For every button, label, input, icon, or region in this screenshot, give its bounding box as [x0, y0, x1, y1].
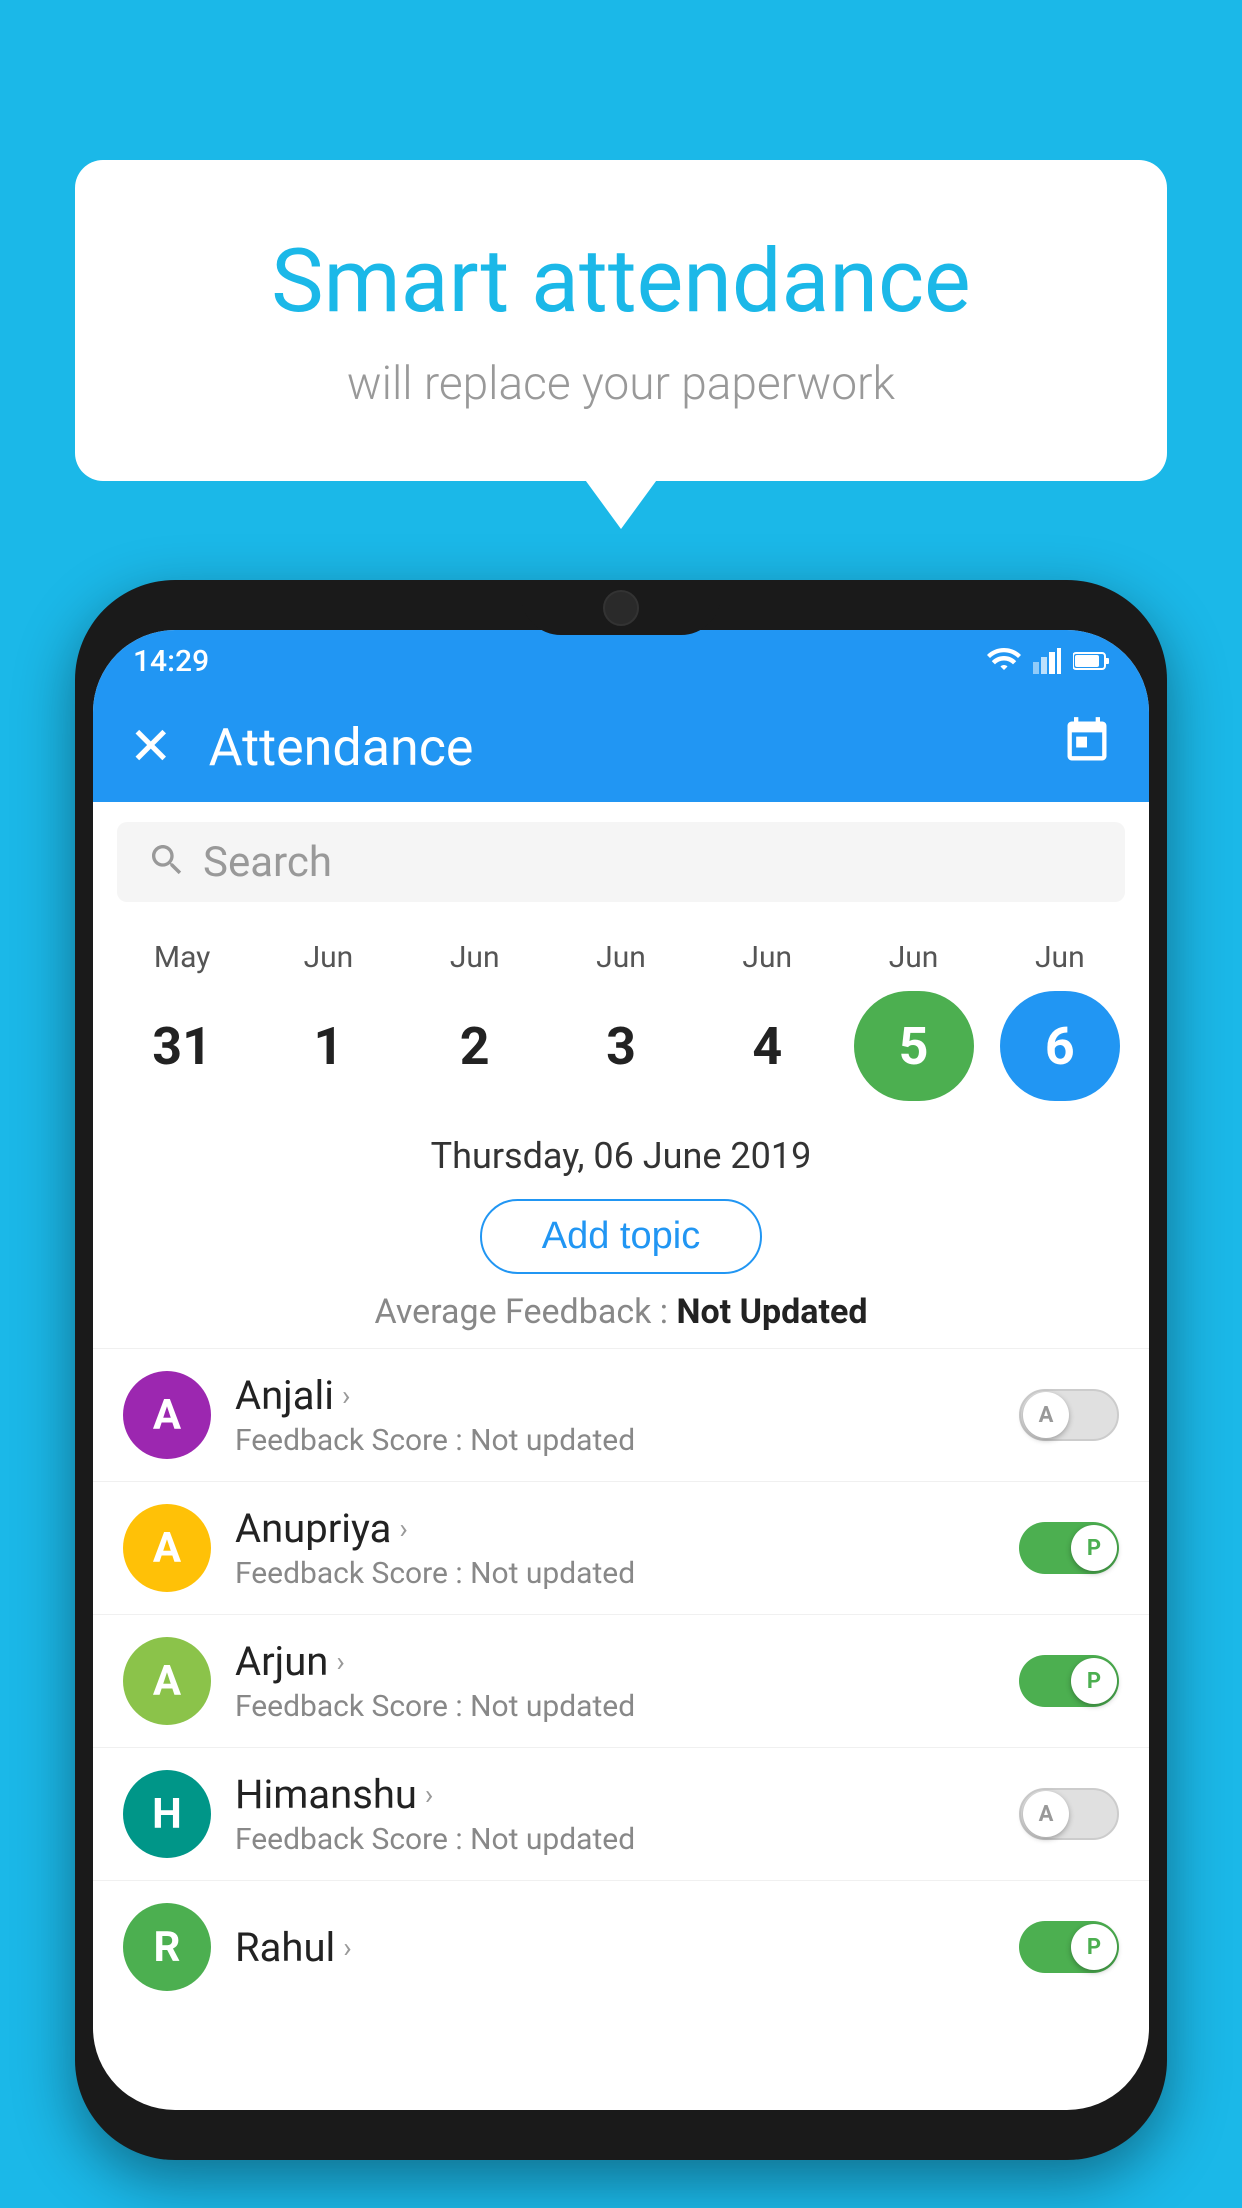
- date-cell-4[interactable]: 4: [707, 991, 827, 1101]
- toggle-arjun[interactable]: P: [1019, 1655, 1119, 1707]
- toggle-anupriya[interactable]: P: [1019, 1522, 1119, 1574]
- month-cell-5: Jun: [854, 940, 974, 975]
- student-item-anupriya[interactable]: A Anupriya › Feedback Score : Not update…: [93, 1481, 1149, 1614]
- avatar-anjali: A: [123, 1371, 211, 1459]
- date-row: 31 1 2 3 4 5 6: [93, 983, 1149, 1109]
- student-feedback-anjali: Feedback Score : Not updated: [235, 1423, 1019, 1458]
- calendar-icon[interactable]: [1061, 715, 1113, 779]
- avatar-rahul: R: [123, 1903, 211, 1991]
- bubble-title: Smart attendance: [155, 230, 1087, 333]
- signal-icon: [1033, 648, 1061, 674]
- status-icons: [987, 648, 1109, 674]
- app-header: ✕ Attendance: [93, 692, 1149, 802]
- bubble-subtitle: will replace your paperwork: [155, 357, 1087, 411]
- phone-frame: 14:29: [75, 580, 1167, 2160]
- phone-screen: 14:29: [93, 630, 1149, 2110]
- toggle-thumb-himanshu: A: [1023, 1791, 1069, 1837]
- student-info-arjun: Arjun › Feedback Score : Not updated: [235, 1638, 1019, 1724]
- student-feedback-himanshu: Feedback Score : Not updated: [235, 1822, 1019, 1857]
- student-item-arjun[interactable]: A Arjun › Feedback Score : Not updated P: [93, 1614, 1149, 1747]
- toggle-thumb-anupriya: P: [1071, 1525, 1117, 1571]
- status-time: 14:29: [133, 644, 209, 679]
- avatar-himanshu: H: [123, 1770, 211, 1858]
- add-topic-button[interactable]: Add topic: [480, 1199, 762, 1274]
- date-cell-2[interactable]: 2: [415, 991, 535, 1101]
- avatar-anupriya: A: [123, 1504, 211, 1592]
- toggle-himanshu[interactable]: A: [1019, 1788, 1119, 1840]
- toggle-thumb-anjali: A: [1023, 1392, 1069, 1438]
- search-input[interactable]: Search: [203, 838, 332, 887]
- student-info-rahul: Rahul ›: [235, 1924, 1019, 1971]
- date-cell-0[interactable]: 31: [122, 991, 242, 1101]
- status-bar: 14:29: [93, 630, 1149, 692]
- avg-feedback-value: Not Updated: [676, 1292, 867, 1332]
- speech-bubble-container: Smart attendance will replace your paper…: [75, 160, 1167, 481]
- student-info-anjali: Anjali › Feedback Score : Not updated: [235, 1372, 1019, 1458]
- student-name-arjun: Arjun ›: [235, 1638, 1019, 1685]
- avg-feedback-label: Average Feedback :: [375, 1292, 677, 1332]
- student-list: A Anjali › Feedback Score : Not updated …: [93, 1348, 1149, 2013]
- search-icon: [147, 840, 187, 884]
- chevron-icon-himanshu: ›: [425, 1778, 433, 1811]
- chevron-icon-rahul: ›: [343, 1931, 351, 1964]
- toggle-anjali[interactable]: A: [1019, 1389, 1119, 1441]
- student-info-anupriya: Anupriya › Feedback Score : Not updated: [235, 1505, 1019, 1591]
- search-bar[interactable]: Search: [117, 822, 1125, 902]
- student-info-himanshu: Himanshu › Feedback Score : Not updated: [235, 1771, 1019, 1857]
- background: Smart attendance will replace your paper…: [0, 0, 1242, 2208]
- speech-bubble: Smart attendance will replace your paper…: [75, 160, 1167, 481]
- month-cell-1: Jun: [268, 940, 388, 975]
- month-cell-6: Jun: [1000, 940, 1120, 975]
- student-name-anupriya: Anupriya ›: [235, 1505, 1019, 1552]
- month-cell-3: Jun: [561, 940, 681, 975]
- chevron-icon-anjali: ›: [342, 1379, 350, 1412]
- month-cell-2: Jun: [415, 940, 535, 975]
- battery-icon: [1073, 651, 1109, 671]
- student-name-himanshu: Himanshu ›: [235, 1771, 1019, 1818]
- date-cell-3[interactable]: 3: [561, 991, 681, 1101]
- chevron-icon-anupriya: ›: [399, 1512, 407, 1545]
- student-item-himanshu[interactable]: H Himanshu › Feedback Score : Not update…: [93, 1747, 1149, 1880]
- calendar-strip: May Jun Jun Jun Jun Jun Jun 31 1 2 3 4 5…: [93, 922, 1149, 1119]
- phone-notch: [521, 580, 721, 635]
- wifi-icon: [987, 648, 1021, 674]
- header-title: Attendance: [209, 717, 1061, 778]
- date-cell-5[interactable]: 5: [854, 991, 974, 1101]
- date-cell-1[interactable]: 1: [268, 991, 388, 1101]
- date-cell-6[interactable]: 6: [1000, 991, 1120, 1101]
- toggle-thumb-arjun: P: [1071, 1658, 1117, 1704]
- close-button[interactable]: ✕: [129, 721, 173, 773]
- student-item-rahul[interactable]: R Rahul › P: [93, 1880, 1149, 2013]
- phone-camera: [603, 590, 639, 626]
- month-row: May Jun Jun Jun Jun Jun Jun: [93, 932, 1149, 983]
- selected-date-info: Thursday, 06 June 2019: [93, 1119, 1149, 1189]
- toggle-rahul[interactable]: P: [1019, 1921, 1119, 1973]
- student-name-rahul: Rahul ›: [235, 1924, 1019, 1971]
- student-feedback-anupriya: Feedback Score : Not updated: [235, 1556, 1019, 1591]
- avatar-arjun: A: [123, 1637, 211, 1725]
- student-feedback-arjun: Feedback Score : Not updated: [235, 1689, 1019, 1724]
- chevron-icon-arjun: ›: [336, 1645, 344, 1678]
- toggle-thumb-rahul: P: [1071, 1924, 1117, 1970]
- month-cell-0: May: [122, 940, 242, 975]
- student-name-anjali: Anjali ›: [235, 1372, 1019, 1419]
- avg-feedback: Average Feedback : Not Updated: [93, 1292, 1149, 1332]
- month-cell-4: Jun: [707, 940, 827, 975]
- student-item-anjali[interactable]: A Anjali › Feedback Score : Not updated …: [93, 1348, 1149, 1481]
